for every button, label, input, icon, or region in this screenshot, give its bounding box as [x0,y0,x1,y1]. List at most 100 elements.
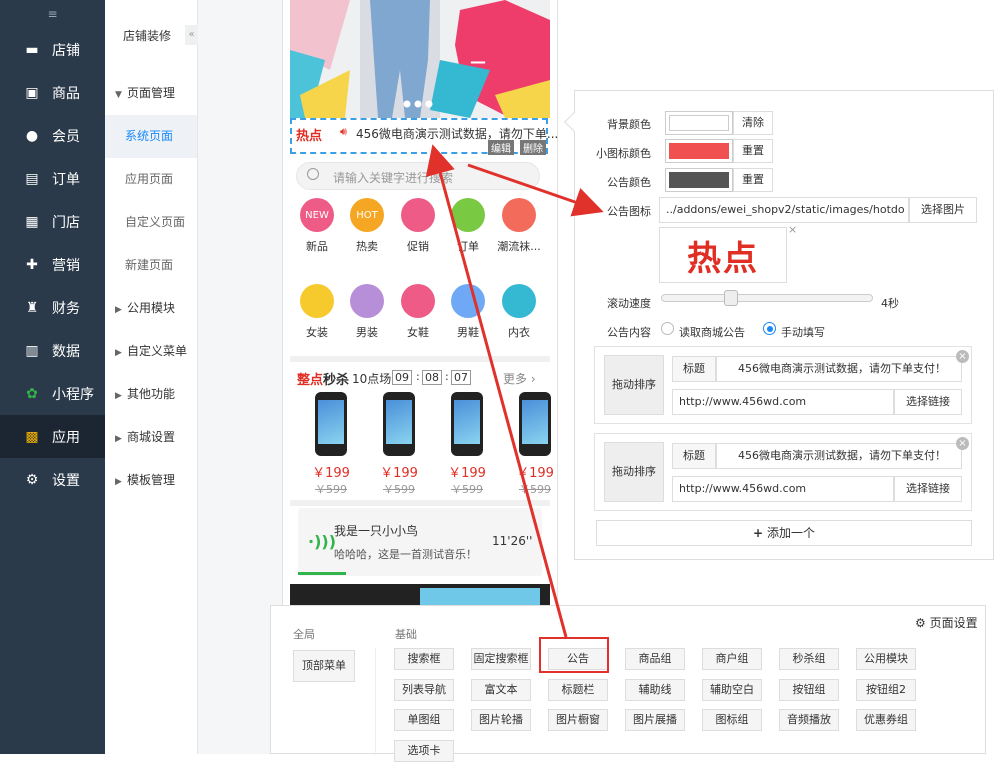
component-button[interactable]: 列表导航 [394,679,454,701]
subnav-section-4[interactable]: ▶ 商城设置 [105,416,197,459]
component-button[interactable]: 按钮组2 [856,679,916,701]
choose-image-button[interactable]: 选择图片 [909,197,977,223]
subnav-section-3[interactable]: ▶ 其他功能 [105,373,197,416]
link-input[interactable]: http://www.456wd.com [672,476,894,502]
component-button[interactable]: 富文本 [471,679,531,701]
nav-collapse-icon[interactable]: ≡ [0,0,105,28]
notice-color-picker[interactable] [665,168,733,192]
choose-link-button[interactable]: 选择链接 [894,389,962,415]
component-button[interactable]: 搜索框 [394,648,454,670]
radio-read-notice[interactable] [661,322,674,335]
category-2-0[interactable]: 女装 [292,284,342,340]
link-input[interactable]: http://www.456wd.com [672,389,894,415]
nav-item-1[interactable]: ▣ 商品 [0,71,105,114]
category-2-3[interactable]: 男鞋 [443,284,493,340]
title-input[interactable]: 456微电商演示测试数据，请勿下单支付！ [716,443,962,469]
seckill-product[interactable]: ￥199 ￥599 [442,392,492,497]
component-button[interactable]: 辅助线 [625,679,685,701]
nav-item-5[interactable]: ✚ 营销 [0,243,105,286]
nav-item-8[interactable]: ✿ 小程序 [0,372,105,415]
bg-color-picker[interactable] [665,111,733,135]
notice-edit-button[interactable]: 编辑 [488,140,514,155]
seckill-more-link[interactable]: 更多 › [503,370,536,387]
component-button[interactable]: 商户组 [702,648,762,670]
component-button[interactable]: 图片橱窗 [548,709,608,731]
nav-item-2[interactable]: ● 会员 [0,114,105,157]
component-button[interactable]: 单图组 [394,709,454,731]
hot-icon-preview-text: 热点 [687,238,759,279]
subnav-section-0[interactable]: ▼ 页面管理 [105,72,197,115]
nav-item-0[interactable]: ▬ 店铺 [0,28,105,71]
component-button[interactable]: 秒杀组 [779,648,839,670]
component-button[interactable]: 音频播放 [779,709,839,731]
banner-carousel[interactable]: — [290,0,550,118]
nav-item-6[interactable]: ♜ 财务 [0,286,105,329]
category-2-1[interactable]: 男装 [342,284,392,340]
title-input[interactable]: 456微电商演示测试数据，请勿下单支付！ [716,356,962,382]
notice-component[interactable]: 热点 🔊︎ 456微电商演示测试数据，请勿下单... 编辑 删除 [290,118,558,155]
category-1-0[interactable]: NEW 新品 [292,198,342,254]
speaker-icon: 🔊︎ [340,125,347,138]
nav-item-9[interactable]: ▩ 应用 [0,415,105,458]
component-button[interactable]: 按钮组 [779,679,839,701]
component-button[interactable]: 辅助空白 [702,679,762,701]
page-settings-link[interactable]: ⚙ 页面设置 [915,614,978,631]
component-button[interactable]: 优惠券组 [856,709,916,731]
subnav-section-5[interactable]: ▶ 模板管理 [105,459,197,502]
notice-hot-badge: 热点 [296,129,323,144]
subnav-section-1[interactable]: ▶ 公用模块 [105,287,197,330]
notice-delete-button[interactable]: 删除 [520,140,546,155]
nav-item-4[interactable]: ▦ 门店 [0,200,105,243]
component-button[interactable]: 商品组 [625,648,685,670]
component-button[interactable]: 固定搜索框 [471,648,531,670]
category-1-1[interactable]: HOT 热卖 [342,198,392,254]
component-button[interactable]: 图片展播 [625,709,685,731]
collapse-subnav-button[interactable]: « [185,25,198,45]
nav-item-10[interactable]: ⚙ 设置 [0,458,105,501]
subnav-item-0[interactable]: 系统页面 [105,115,197,158]
category-icon [502,198,536,232]
seckill-product[interactable]: ￥199 ￥599 [510,392,560,497]
icon-color-picker[interactable] [665,139,733,163]
notice-icon-path-input[interactable]: ../addons/ewei_shopv2/static/images/hotd… [659,197,909,223]
music-player[interactable]: ·))) 我是一只小小鸟 哈哈哈，这是一首测试音乐！ 11'26'' [298,508,542,576]
nav-item-label: 设置 [52,472,80,489]
speed-slider-track[interactable] [661,294,873,302]
phone-search-bar[interactable]: 请输入关键字进行搜索 [296,162,540,190]
nav-item-3[interactable]: ▤ 订单 [0,157,105,200]
subnav-item-3[interactable]: 新建页面 [105,244,197,287]
seckill-brand-2: 秒杀 [323,373,350,388]
category-2-2[interactable]: 女鞋 [393,284,443,340]
category-2-4[interactable]: 内衣 [494,284,544,340]
nav-item-label: 店铺 [52,42,80,59]
top-menu-component[interactable]: 顶部菜单 [293,650,355,682]
speed-slider-handle[interactable] [723,290,738,306]
product-original-price: ￥599 [451,483,483,496]
component-button[interactable]: 选项卡 [394,740,454,762]
close-icon[interactable]: × [956,350,969,363]
category-1-3[interactable]: 订单 [443,198,493,254]
component-button[interactable]: 图标组 [702,709,762,731]
seckill-product[interactable]: ￥199 ￥599 [374,392,424,497]
subnav-item-2[interactable]: 自定义页面 [105,201,197,244]
nav-item-7[interactable]: ▥ 数据 [0,329,105,372]
category-1-2[interactable]: 促销 [393,198,443,254]
notice-color-label: 公告颜色 [607,176,651,189]
component-button[interactable]: 公用模块 [856,648,916,670]
radio-manual[interactable] [763,322,776,335]
reset-icon-color-button[interactable]: 重置 [733,139,773,163]
subnav-item-1[interactable]: 应用页面 [105,158,197,201]
add-item-button[interactable]: + 添加一个 [596,520,972,546]
clear-bg-color-button[interactable]: 清除 [733,111,773,135]
reset-notice-color-button[interactable]: 重置 [733,168,773,192]
category-1-4[interactable]: 潮流袜... [494,198,544,254]
subnav-section-2[interactable]: ▶ 自定义菜单 [105,330,197,373]
remove-icon-icon[interactable]: × [788,223,797,236]
choose-link-button[interactable]: 选择链接 [894,476,962,502]
drag-sort-handle[interactable]: 拖动排序 [604,442,664,502]
seckill-product[interactable]: ￥199 ￥599 [306,392,356,497]
component-button[interactable]: 图片轮播 [471,709,531,731]
drag-sort-handle[interactable]: 拖动排序 [604,355,664,415]
close-icon[interactable]: × [956,437,969,450]
component-button[interactable]: 标题栏 [548,679,608,701]
